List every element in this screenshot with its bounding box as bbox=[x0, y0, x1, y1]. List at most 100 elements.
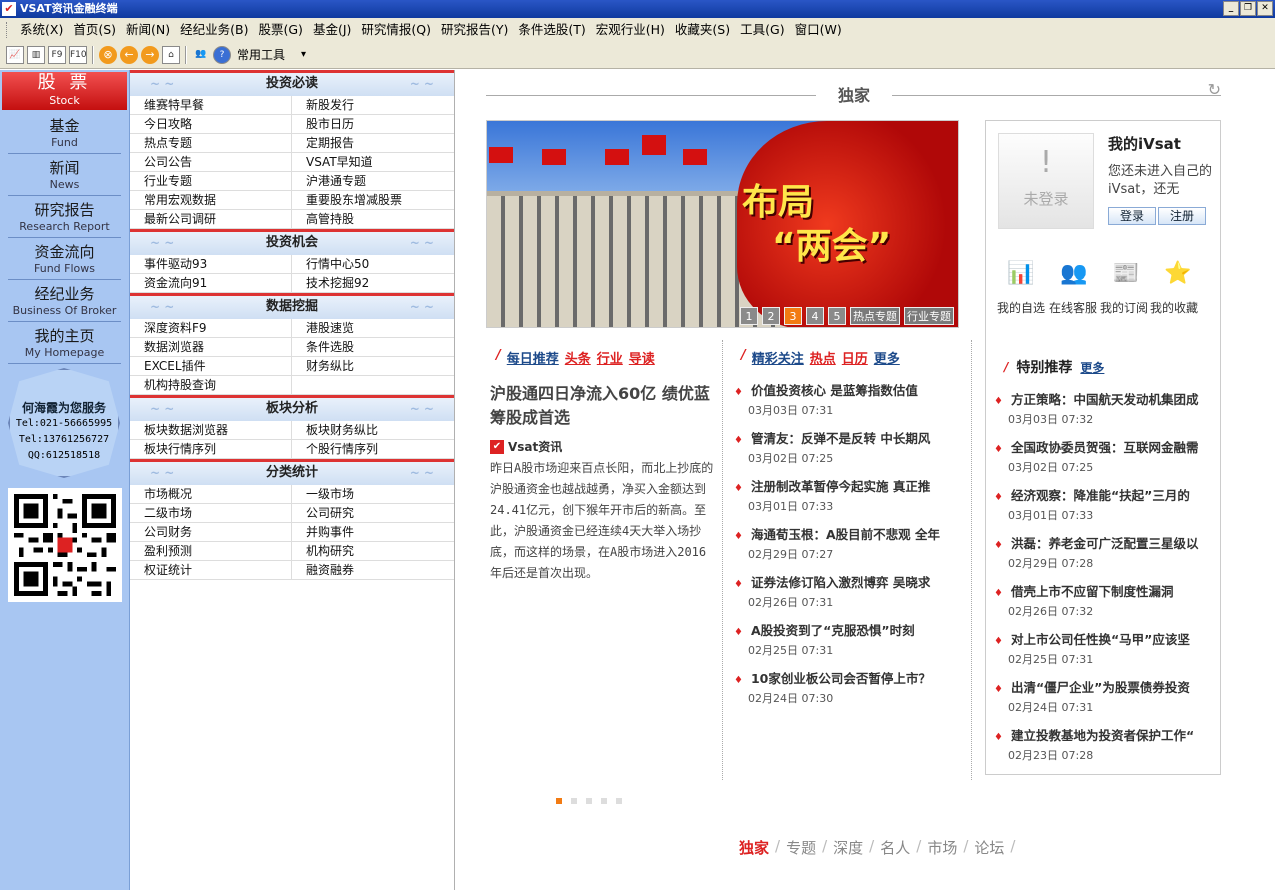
special-item[interactable]: 全国政协委员贺强：互联网金融需 03月02日 07:25 bbox=[994, 439, 1219, 477]
news-item[interactable]: A股投资到了“克服恐惧”时刻 02月25日 07:31 bbox=[734, 622, 974, 660]
stop-icon[interactable]: ⊗ bbox=[99, 46, 117, 64]
carousel-dot[interactable] bbox=[616, 798, 622, 804]
link-mna-events[interactable]: 并购事件 bbox=[292, 523, 454, 542]
news-item[interactable]: 注册制改革暂停今起实施 真正推 03月01日 07:33 bbox=[734, 478, 974, 516]
link-margin-trading[interactable]: 融资融券 bbox=[292, 561, 454, 580]
news-item[interactable]: 管清友：反弹不是反转 中长期风 03月02日 07:25 bbox=[734, 430, 974, 468]
restore-button[interactable]: ❐ bbox=[1240, 1, 1256, 16]
link-excel-plugin[interactable]: EXCEL插件 bbox=[130, 357, 292, 376]
f9-icon[interactable]: F9 bbox=[48, 46, 66, 64]
my-watchlist-icon[interactable]: 📊 bbox=[1001, 254, 1041, 294]
link-warrant-stats[interactable]: 权证统计 bbox=[130, 561, 292, 580]
tab-headlines[interactable]: 头条 bbox=[565, 348, 591, 368]
login-button[interactable]: 登录 bbox=[1108, 207, 1156, 225]
nav-fund-flows[interactable]: 资金流向 Fund Flows bbox=[8, 242, 121, 280]
link-secondary-market[interactable]: 二级市场 bbox=[130, 504, 292, 523]
link-company-research[interactable]: 最新公司调研 bbox=[130, 210, 292, 229]
link-sector-quotes[interactable]: 板块行情序列 bbox=[130, 440, 292, 459]
special-item[interactable]: 借壳上市不应留下制度性漏洞 02月26日 07:32 bbox=[994, 583, 1219, 621]
special-more-link[interactable]: 更多 bbox=[1080, 359, 1104, 376]
online-service-icon[interactable]: 👥 bbox=[1054, 254, 1094, 294]
link-quote-center[interactable]: 行情中心50 bbox=[292, 255, 454, 274]
link-shareholder-changes[interactable]: 重要股东增减股票 bbox=[292, 191, 454, 210]
banner-page-3[interactable]: 3 bbox=[784, 307, 802, 325]
carousel-dot[interactable] bbox=[556, 798, 562, 804]
news-item[interactable]: 10家创业板公司会否暂停上市？ 02月24日 07:30 bbox=[734, 670, 974, 708]
nav-news[interactable]: 新闻 News bbox=[8, 158, 121, 196]
menu-window[interactable]: 窗口(W) bbox=[790, 18, 847, 42]
menu-stock-screener[interactable]: 条件选股(T) bbox=[513, 18, 590, 42]
tab-exclusive[interactable]: 独家 bbox=[739, 837, 769, 858]
help-icon[interactable]: ? bbox=[213, 46, 231, 64]
menu-macro[interactable]: 宏观行业(H) bbox=[591, 18, 670, 42]
tab-forum[interactable]: 论坛 bbox=[974, 837, 1004, 858]
link-macro-data[interactable]: 常用宏观数据 bbox=[130, 191, 292, 210]
link-stock-quotes[interactable]: 个股行情序列 bbox=[292, 440, 454, 459]
tab-featured-focus[interactable]: 精彩关注 bbox=[752, 348, 804, 368]
news-item[interactable]: 证券法修订陷入激烈博弈 吴晓求 02月26日 07:31 bbox=[734, 574, 974, 612]
special-item[interactable]: 洪磊：养老金可广泛配置三星级以 02月29日 07:28 bbox=[994, 535, 1219, 573]
link-stock-screener[interactable]: 条件选股 bbox=[292, 338, 454, 357]
nav-brokerage[interactable]: 经纪业务 Business Of Broker bbox=[8, 284, 121, 322]
link-event-driven[interactable]: 事件驱动93 bbox=[130, 255, 292, 274]
link-institution-research[interactable]: 机构研究 bbox=[292, 542, 454, 561]
nav-my-homepage[interactable]: 我的主页 My Homepage bbox=[8, 326, 121, 364]
banner-page-1[interactable]: 1 bbox=[740, 307, 758, 325]
link-ipo[interactable]: 新股发行 bbox=[292, 96, 454, 115]
my-subscription-icon[interactable]: 📰 bbox=[1106, 254, 1146, 294]
banner-page-5[interactable]: 5 bbox=[828, 307, 846, 325]
avatar[interactable]: ! 未登录 bbox=[998, 133, 1094, 229]
tab-market[interactable]: 市场 bbox=[927, 837, 957, 858]
link-f9-profile[interactable]: 深度资料F9 bbox=[130, 319, 292, 338]
link-company-notices[interactable]: 公司公告 bbox=[130, 153, 292, 172]
online-service-label[interactable]: 在线客服 bbox=[1049, 301, 1097, 316]
tab-hot[interactable]: 热点 bbox=[810, 348, 836, 368]
tab-topics[interactable]: 专题 bbox=[786, 837, 816, 858]
nav-stock[interactable]: 股 票 Stock bbox=[2, 72, 127, 110]
forward-arrow-icon[interactable]: → bbox=[141, 46, 159, 64]
nav-fund[interactable]: 基金 Fund bbox=[8, 116, 121, 154]
banner-tag-industry[interactable]: 行业专题 bbox=[904, 307, 954, 325]
link-financial-compare[interactable]: 财务纵比 bbox=[292, 357, 454, 376]
banner-page-2[interactable]: 2 bbox=[762, 307, 780, 325]
special-item[interactable]: 经济观察：降准能“扶起”三月的 03月01日 07:33 bbox=[994, 487, 1219, 525]
link-sector-browser[interactable]: 板块数据浏览器 bbox=[130, 421, 292, 440]
link-company-finance[interactable]: 公司财务 bbox=[130, 523, 292, 542]
my-favorites-icon[interactable]: ⭐ bbox=[1158, 254, 1198, 294]
news-item[interactable]: 价值投资核心 是蓝筹指数估值 03月03日 07:31 bbox=[734, 382, 974, 420]
f10-icon[interactable]: F10 bbox=[69, 46, 87, 64]
line-chart-icon[interactable]: 📈 bbox=[6, 46, 24, 64]
tab-guide[interactable]: 导读 bbox=[629, 348, 655, 368]
tab-industry[interactable]: 行业 bbox=[597, 348, 623, 368]
common-tools-dropdown[interactable]: 常用工具 bbox=[234, 45, 308, 65]
minimize-button[interactable]: _ bbox=[1223, 1, 1239, 16]
refresh-icon[interactable]: ↻ bbox=[1208, 80, 1221, 99]
link-market-calendar[interactable]: 股市日历 bbox=[292, 115, 454, 134]
link-institution-holdings[interactable]: 机构持股查询 bbox=[130, 376, 292, 395]
link-data-browser[interactable]: 数据浏览器 bbox=[130, 338, 292, 357]
menu-tools[interactable]: 工具(G) bbox=[735, 18, 789, 42]
my-favorites-label[interactable]: 我的收藏 bbox=[1150, 301, 1198, 316]
special-item[interactable]: 方正策略：中国航天发动机集团成 03月03日 07:32 bbox=[994, 391, 1219, 429]
banner-tag-hot-topics[interactable]: 热点专题 bbox=[850, 307, 900, 325]
link-vsat-breakfast[interactable]: 维赛特早餐 bbox=[130, 96, 292, 115]
link-market-overview[interactable]: 市场概况 bbox=[130, 485, 292, 504]
menu-home[interactable]: 首页(S) bbox=[68, 18, 121, 42]
carousel-dot[interactable] bbox=[586, 798, 592, 804]
tab-more[interactable]: 更多 bbox=[874, 348, 900, 368]
users-icon[interactable]: 👥 bbox=[192, 46, 210, 64]
special-item[interactable]: 对上市公司任性换“马甲”应该坚 02月25日 07:31 bbox=[994, 631, 1219, 669]
link-fund-flows[interactable]: 资金流向91 bbox=[130, 274, 292, 293]
link-today-strategy[interactable]: 今日攻略 bbox=[130, 115, 292, 134]
bar-chart-icon[interactable]: ▥ bbox=[27, 46, 45, 64]
menu-research-intel[interactable]: 研究情报(Q) bbox=[356, 18, 436, 42]
link-hot-topics[interactable]: 热点专题 bbox=[130, 134, 292, 153]
close-button[interactable]: ✕ bbox=[1257, 1, 1273, 16]
menu-stock[interactable]: 股票(G) bbox=[253, 18, 307, 42]
carousel-dot[interactable] bbox=[601, 798, 607, 804]
menu-brokerage[interactable]: 经纪业务(B) bbox=[175, 18, 253, 42]
link-hk-connect-topic[interactable]: 沪港通专题 bbox=[292, 172, 454, 191]
link-company-study[interactable]: 公司研究 bbox=[292, 504, 454, 523]
banner-carousel[interactable]: 布局 “两会” 1 2 3 4 5 热点专题 行业专题 bbox=[486, 120, 959, 328]
tab-calendar[interactable]: 日历 bbox=[842, 348, 868, 368]
